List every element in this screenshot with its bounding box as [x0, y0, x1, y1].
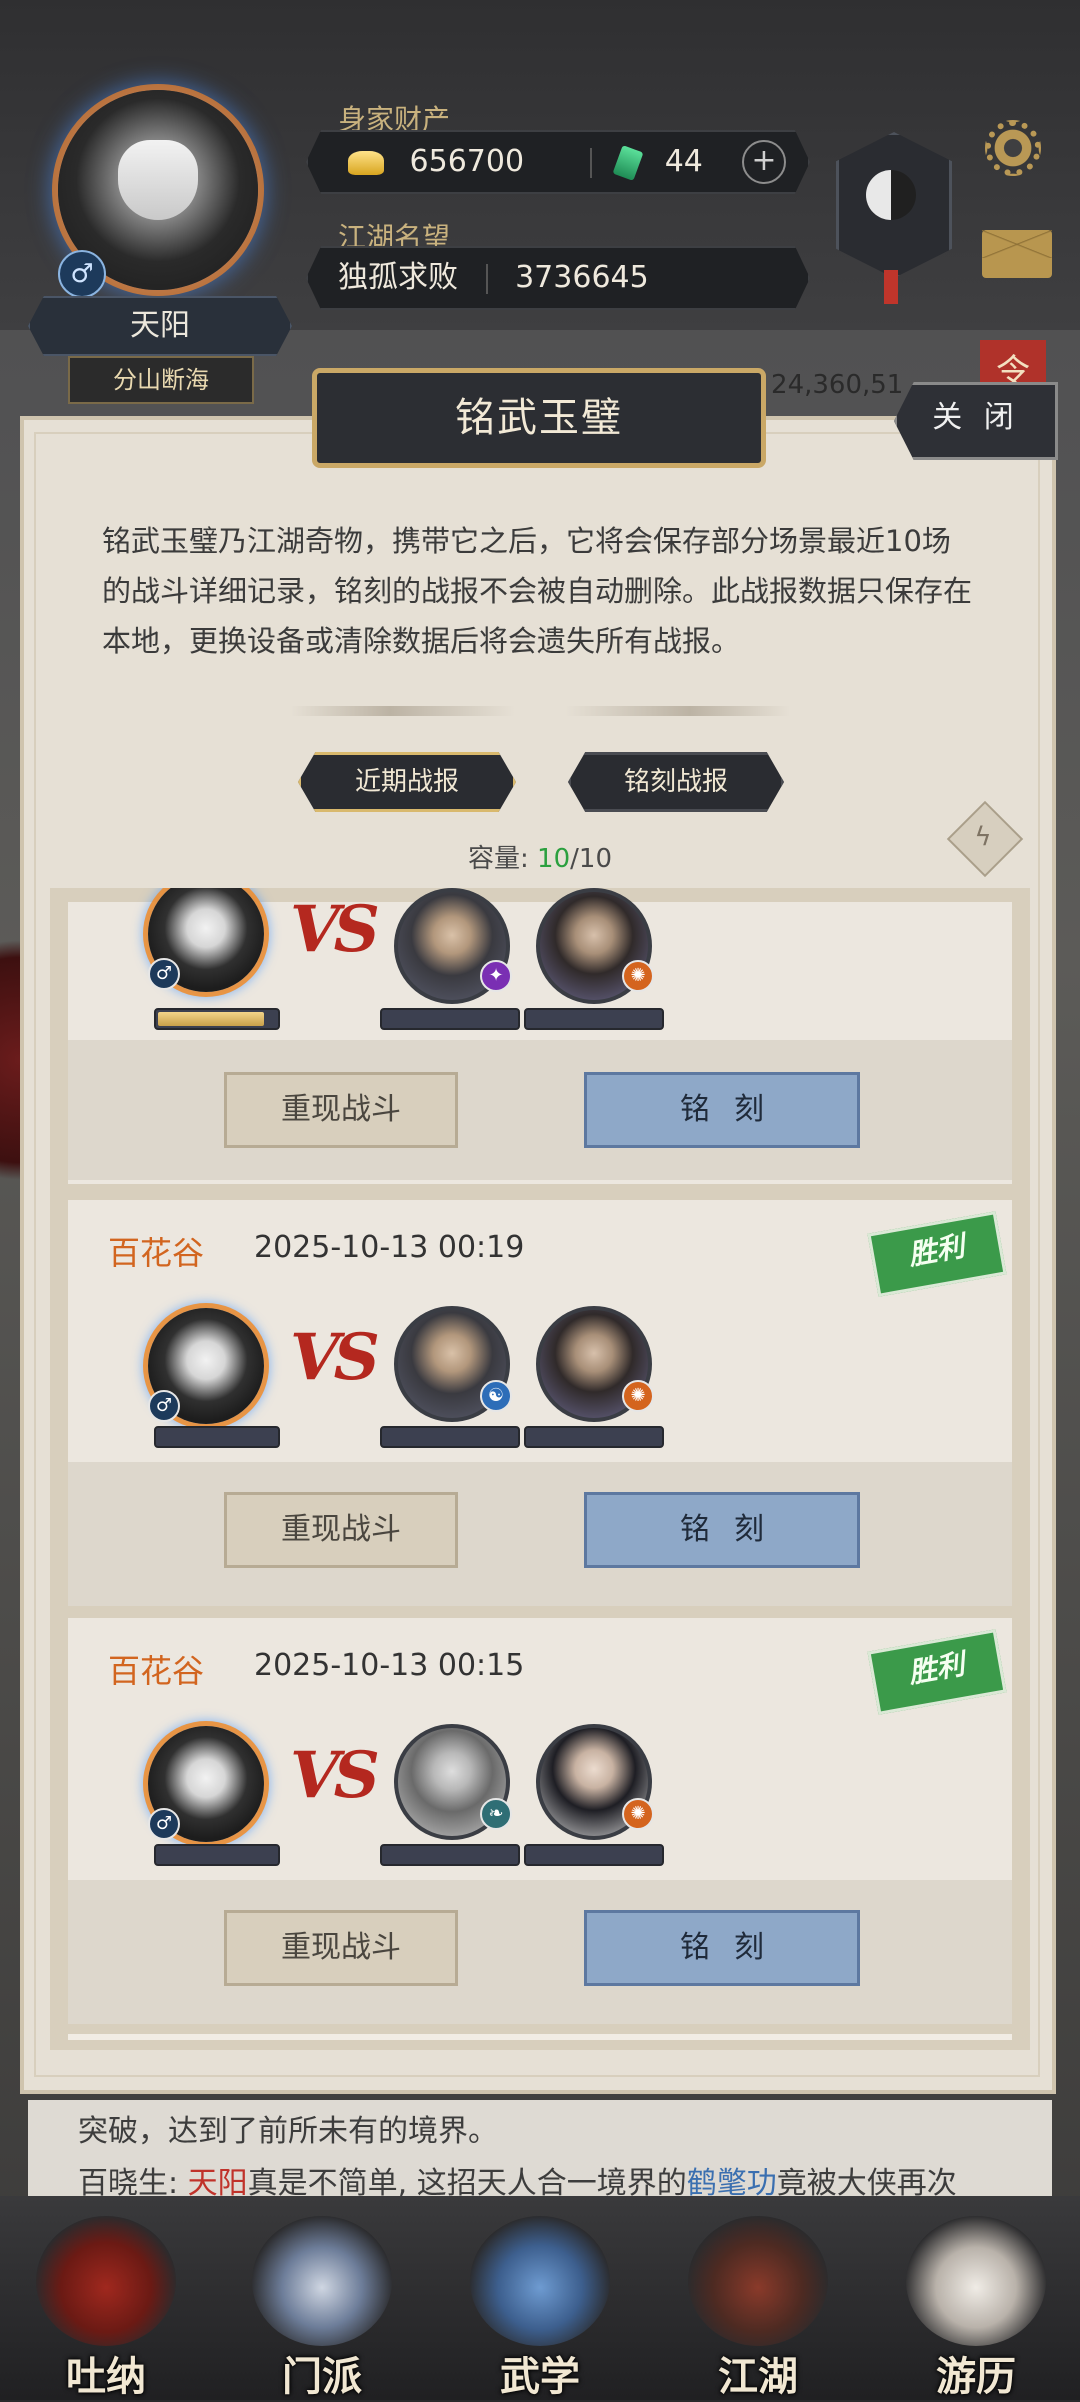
avatar-mask [118, 140, 198, 220]
battle-location: 百花谷 [108, 1234, 205, 1272]
settings-gear-icon[interactable] [985, 120, 1041, 176]
bamboo-hat-icon [688, 2216, 828, 2346]
replay-battle-button[interactable]: 重现战斗 [224, 1492, 458, 1568]
engrave-button[interactable]: 铭刻 [584, 1492, 860, 1568]
nav-label: 门派 [282, 2354, 362, 2400]
card-header: 百花谷 2025-10-13 00:19 胜利 ♂ VS ☯ ✺ [68, 1200, 1012, 1462]
vs-icon: VS [290, 892, 380, 967]
ornament-divider [290, 706, 790, 716]
hero-health-bar [154, 1008, 280, 1030]
enemy-health-bar [380, 1426, 520, 1448]
enemy-health-bar [524, 1844, 664, 1866]
reputation-bar: 独孤求败 3736645 [306, 246, 810, 310]
enemy-health-bar [380, 1008, 520, 1030]
nav-jianghu[interactable]: 江湖 [670, 2216, 846, 2400]
divider [485, 263, 488, 294]
tassel-icon [884, 270, 898, 304]
player-title: 分山断海 [68, 356, 254, 404]
enemy-health-bar [524, 1426, 664, 1448]
card-header: 百花谷 2025-10-13 00:15 胜利 ♂ VS ❧ ✺ [68, 1618, 1012, 1880]
male-icon: ♂ [58, 250, 106, 298]
sect-icon: ✦ [480, 960, 512, 992]
tab-recent-reports[interactable]: 近期战报 [298, 752, 516, 812]
engrave-button[interactable]: 铭刻 [584, 1072, 860, 1148]
card-actions: 重现战斗 铭刻 [68, 1880, 1012, 2024]
enemy-health-bar [380, 1844, 520, 1866]
jade-icon [612, 144, 644, 181]
sect-icon: ✺ [622, 960, 654, 992]
replay-battle-button[interactable]: 重现战斗 [224, 1910, 458, 1986]
male-icon: ♂ [148, 958, 180, 990]
battle-time: 2025-10-13 00:19 [254, 1230, 525, 1265]
male-icon: ♂ [148, 1390, 180, 1422]
gold-amount: 656700 [409, 144, 525, 179]
nav-label: 吐纳 [66, 2354, 146, 2400]
capacity-max: /10 [570, 844, 612, 874]
player-name: 天阳 [28, 296, 292, 356]
battle-time: 2025-10-13 00:15 [254, 1648, 525, 1683]
battle-record-list[interactable]: ♂ VS ✦ ✺ 重现战斗 铭刻 百花谷 2025-10-13 00:19 胜利… [50, 888, 1030, 2050]
dialog-title: 铭武玉璧 [312, 368, 766, 468]
hero-health-bar [154, 1426, 280, 1448]
victory-stamp: 胜利 [867, 1211, 1007, 1297]
sect-icon: ✺ [622, 1380, 654, 1412]
sect-icon: ❧ [480, 1798, 512, 1830]
log-line: 突破，达到了前所未有的境界。 [78, 2114, 498, 2149]
yinyang-icon [866, 170, 916, 220]
vs-icon: VS [290, 1738, 380, 1813]
battle-record-card: 百花谷 2025-10-13 00:19 胜利 ♂ VS ☯ ✺ 重现战斗 铭刻 [68, 1200, 1012, 1606]
nav-sect[interactable]: 门派 [234, 2216, 410, 2400]
gourd-icon [36, 2216, 176, 2346]
scroll-books-icon [470, 2216, 610, 2346]
horse-icon [906, 2216, 1046, 2346]
capacity-label: 容量: [468, 844, 538, 874]
tab-engraved-reports[interactable]: 铭刻战报 [568, 752, 784, 812]
jade-amount: 44 [664, 144, 703, 179]
battle-record-card: 百花谷 2025-10-13 00:15 胜利 ♂ VS ❧ ✺ 重现战斗 铭刻 [68, 1618, 1012, 2024]
gold-ingot-icon [348, 150, 384, 175]
nav-label: 江湖 [718, 2354, 798, 2400]
nav-label: 武学 [500, 2354, 580, 2400]
battle-record-card: ♂ VS ✦ ✺ 重现战斗 铭刻 [68, 888, 1012, 1184]
mail-icon[interactable] [982, 230, 1052, 278]
nav-label: 游历 [936, 2354, 1016, 2400]
card-header: ♂ VS ✦ ✺ [68, 888, 1012, 1040]
reputation-rank: 独孤求败 [338, 260, 458, 295]
card-actions: 重现战斗 铭刻 [68, 1040, 1012, 1180]
close-button[interactable]: 关 闭 [894, 382, 1058, 460]
hero-health-fill [158, 1012, 265, 1026]
card-actions: 重现战斗 铭刻 [68, 1462, 1012, 1606]
capacity-current: 10 [537, 844, 571, 874]
sect-icon: ☯ [480, 1380, 512, 1412]
victory-stamp: 胜利 [867, 1629, 1007, 1715]
male-icon: ♂ [148, 1808, 180, 1840]
divider [589, 147, 592, 178]
sect-icon: ✺ [622, 1798, 654, 1830]
nav-travel[interactable]: 游历 [888, 2216, 1064, 2400]
replay-battle-button[interactable]: 重现战斗 [224, 1072, 458, 1148]
enemy-health-bar [524, 1008, 664, 1030]
next-card-edge [68, 2034, 1012, 2040]
wealth-bar: 656700 44 [306, 130, 810, 194]
engrave-button[interactable]: 铭刻 [584, 1910, 860, 1986]
refresh-icon: ϟ [974, 822, 992, 852]
sect-banner-icon [252, 2216, 392, 2346]
dialog-description: 铭武玉璧乃江湖奇物，携带它之后，它将会保存部分场景最近10场的战斗详细记录，铭刻… [102, 524, 973, 658]
nav-martial-arts[interactable]: 武学 [452, 2216, 628, 2400]
reputation-value: 3736645 [515, 260, 649, 295]
capacity-indicator: 容量: 10/10 [0, 838, 1080, 875]
vs-icon: VS [290, 1320, 380, 1395]
add-currency-button[interactable]: + [742, 140, 786, 184]
nav-breathing[interactable]: 吐纳 [18, 2216, 194, 2400]
hero-health-bar [154, 1844, 280, 1866]
battle-location: 百花谷 [108, 1652, 205, 1690]
